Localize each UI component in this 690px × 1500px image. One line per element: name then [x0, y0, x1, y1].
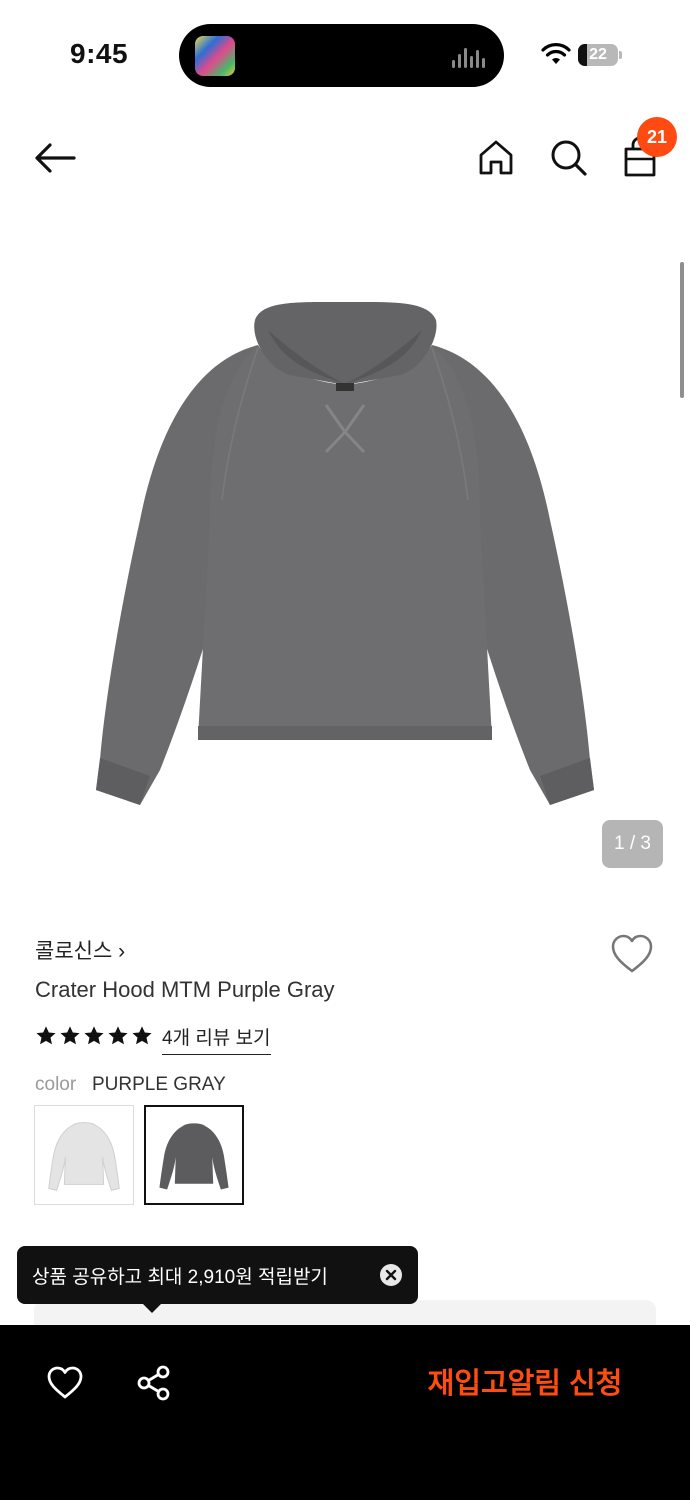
star-icon	[36, 1026, 56, 1045]
hoodie-thumbnail	[159, 1123, 229, 1190]
restock-alert-button[interactable]: 재입고알림 신청	[405, 1362, 645, 1406]
product-image-hoodie[interactable]	[0, 200, 690, 900]
image-page-counter: 1 / 3	[602, 820, 663, 868]
status-time: 9:45	[70, 38, 129, 69]
now-playing-artwork	[195, 36, 235, 76]
star-icon	[108, 1026, 128, 1045]
brand-link[interactable]: 콜로신스 ›	[35, 935, 125, 965]
star-icon	[132, 1026, 152, 1045]
status-bar: 9:45 22	[0, 0, 690, 110]
scroll-indicator[interactable]	[680, 262, 684, 398]
battery-percent: 22	[589, 46, 607, 63]
hoodie-thumbnail	[48, 1122, 120, 1191]
color-value: PURPLE GRAY	[92, 1074, 226, 1095]
battery-indicator: 22	[578, 44, 622, 66]
close-icon[interactable]	[380, 1264, 402, 1286]
cart-count-badge: 21	[637, 117, 677, 157]
dynamic-island[interactable]	[179, 24, 504, 87]
color-swatch-purple-gray[interactable]	[144, 1105, 244, 1205]
star-icon	[60, 1026, 80, 1045]
share-icon[interactable]	[135, 1364, 173, 1402]
product-name: Crater Hood MTM Purple Gray	[35, 977, 335, 1002]
back-arrow-icon[interactable]	[30, 136, 80, 180]
share-reward-tooltip: 상품 공유하고 최대 2,910원 적립받기	[17, 1246, 418, 1304]
color-swatch-light-gray[interactable]	[34, 1105, 134, 1205]
tooltip-text: 상품 공유하고 최대 2,910원 적립받기	[32, 1267, 328, 1288]
tooltip-arrow	[142, 1303, 162, 1313]
heart-outline-icon[interactable]	[46, 1365, 84, 1401]
review-link[interactable]: 4개 리뷰 보기	[162, 1023, 271, 1055]
wifi-icon	[541, 43, 571, 64]
bottom-action-bar	[0, 1325, 690, 1500]
search-icon[interactable]	[546, 135, 590, 179]
rating-stars	[35, 1025, 157, 1049]
star-icon	[84, 1026, 104, 1045]
home-icon[interactable]	[474, 135, 518, 179]
audio-wave-icon	[452, 46, 488, 68]
heart-outline-icon[interactable]	[610, 933, 654, 975]
color-label: color	[35, 1074, 77, 1095]
